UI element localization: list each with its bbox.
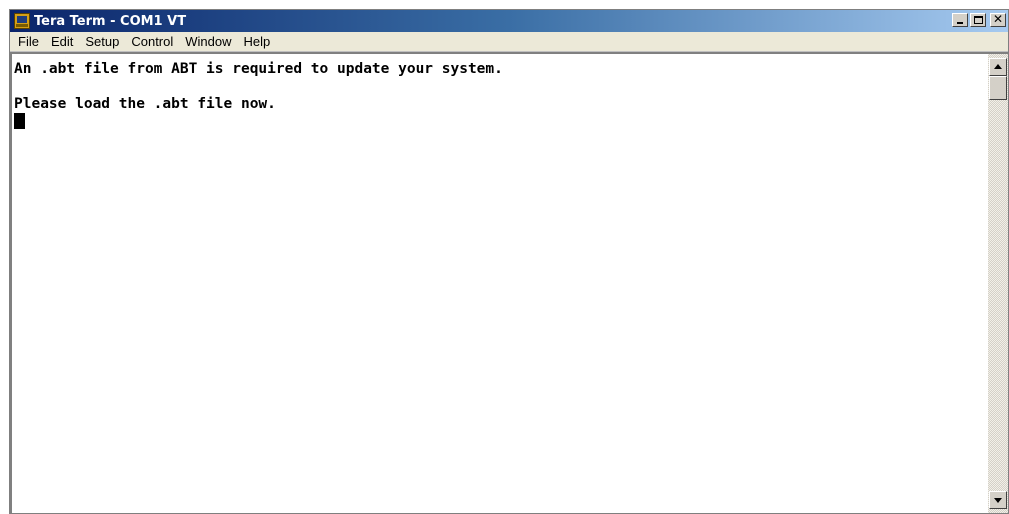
menu-window[interactable]: Window: [179, 32, 237, 52]
menu-bar: File Edit Setup Control Window Help: [10, 32, 1008, 52]
minimize-button[interactable]: [952, 13, 968, 27]
arrow-down-icon: [994, 498, 1002, 503]
arrow-up-icon: [994, 64, 1002, 69]
maximize-icon: [974, 16, 983, 24]
terminal-output[interactable]: An .abt file from ABT is required to upd…: [14, 60, 984, 513]
tera-term-icon[interactable]: [14, 13, 30, 29]
scroll-up-button[interactable]: [989, 58, 1007, 76]
menu-file[interactable]: File: [12, 32, 45, 52]
terminal-cursor: [14, 113, 25, 129]
terminal-frame: An .abt file from ABT is required to upd…: [10, 52, 1008, 513]
menu-setup[interactable]: Setup: [79, 32, 125, 52]
menu-help[interactable]: Help: [238, 32, 277, 52]
vertical-scrollbar[interactable]: [988, 54, 1008, 513]
terminal-cursor-line: [14, 113, 984, 131]
scroll-thumb[interactable]: [989, 76, 1007, 100]
close-icon: ✕: [992, 12, 1004, 26]
tera-term-window: Tera Term - COM1 VT ✕ File Edit Setup Co…: [9, 9, 1009, 514]
maximize-button[interactable]: [970, 13, 986, 27]
scroll-down-button[interactable]: [989, 491, 1007, 509]
minimize-icon: [957, 22, 963, 24]
window-title: Tera Term - COM1 VT: [34, 13, 187, 29]
terminal-line: An .abt file from ABT is required to upd…: [14, 61, 503, 77]
title-bar[interactable]: Tera Term - COM1 VT ✕: [10, 10, 1008, 32]
window-controls: ✕: [950, 12, 1006, 27]
terminal-line: Please load the .abt file now.: [14, 96, 276, 112]
close-button[interactable]: ✕: [990, 12, 1006, 27]
menu-edit[interactable]: Edit: [45, 32, 79, 52]
menu-control[interactable]: Control: [125, 32, 179, 52]
